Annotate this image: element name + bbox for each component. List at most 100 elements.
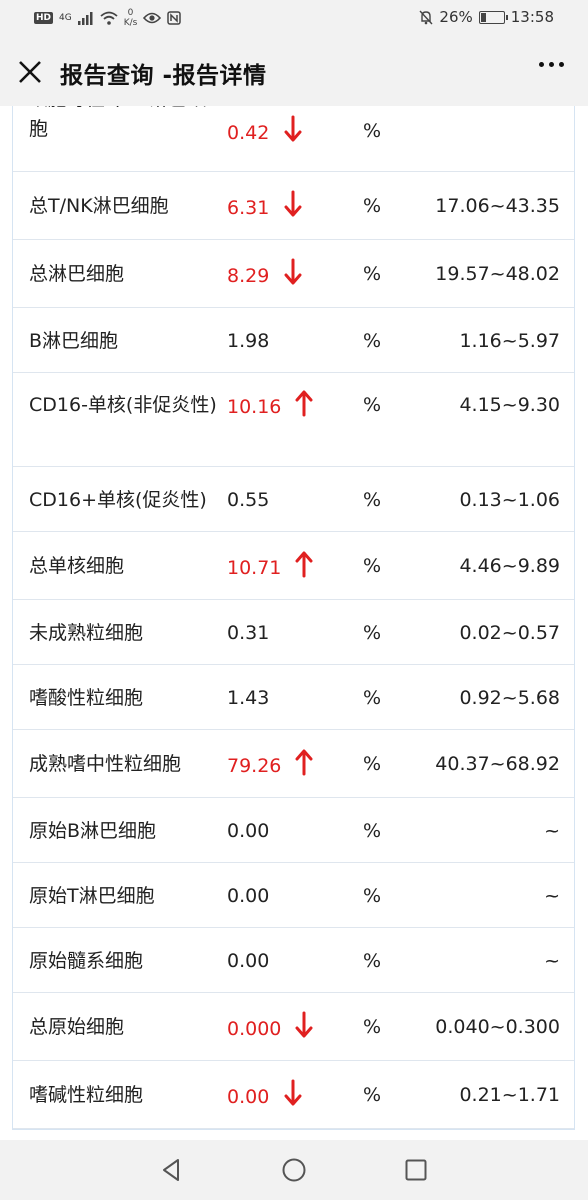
network-speed: 0 K/s xyxy=(124,8,138,28)
item-name: 总淋巴细胞 xyxy=(29,263,125,285)
item-reference-range: ~ xyxy=(544,820,560,842)
battery-percent: 26% xyxy=(439,8,473,26)
status-left: HD 4G 0 K/s xyxy=(34,8,182,28)
close-icon[interactable] xyxy=(14,56,46,88)
item-unit: % xyxy=(363,489,382,511)
item-reference-range: 17.06~43.35 xyxy=(435,195,560,217)
item-value: 0.000 xyxy=(227,1018,282,1040)
wifi-icon xyxy=(100,11,118,25)
item-value: 6.31 xyxy=(227,197,270,219)
table-row: CD16-单核(非促炎性) 10.16% 4.15~9.30 xyxy=(13,373,574,467)
item-value: 0.00 xyxy=(227,820,270,842)
item-name: 原始B淋巴细胞 xyxy=(29,820,157,842)
eye-icon xyxy=(143,12,162,24)
item-value: 10.71 xyxy=(227,557,282,579)
item-unit: % xyxy=(363,263,382,285)
item-name: CD16+单核(促炎性) xyxy=(29,489,207,511)
item-unit: % xyxy=(363,1084,382,1106)
item-name: 原始髓系细胞 xyxy=(29,950,144,972)
table-row: 总单核细胞 10.71% 4.46~9.89 xyxy=(13,532,574,600)
table-row: 嗜酸性粒细胞 1.43% 0.92~5.68 xyxy=(13,665,574,730)
item-unit: % xyxy=(363,1016,382,1038)
more-icon[interactable] xyxy=(539,62,564,67)
arrow-down-icon xyxy=(284,115,302,142)
report-table: 细胞毒性T/NK淋巴细胞 0.42% 2.86~18.22 总T/NK淋巴细胞 6.31… xyxy=(12,106,575,1130)
clock: 13:58 xyxy=(510,8,554,26)
item-unit: % xyxy=(363,753,382,775)
bell-off-icon xyxy=(419,10,433,24)
arrow-down-icon xyxy=(284,258,302,285)
item-reference-range: 0.040~0.300 xyxy=(435,1016,560,1038)
item-reference-range: 0.21~1.71 xyxy=(459,1084,560,1106)
network-type: 4G xyxy=(59,12,72,23)
item-reference-range: 40.37~68.92 xyxy=(435,753,560,775)
item-reference-range: ~ xyxy=(544,885,560,907)
item-unit: % xyxy=(363,885,382,907)
item-name: 嗜碱性粒细胞 xyxy=(29,1084,144,1106)
item-value: 0.55 xyxy=(227,489,270,511)
more-dot xyxy=(549,62,554,67)
item-name: 成熟嗜中性粒细胞 xyxy=(29,753,182,775)
table-row: 总原始细胞 0.000% 0.040~0.300 xyxy=(13,993,574,1061)
item-value: 8.29 xyxy=(227,265,270,287)
item-unit: % xyxy=(363,120,382,142)
nfc-icon xyxy=(167,11,182,25)
table-row: CD16+单核(促炎性) 0.55% 0.13~1.06 xyxy=(13,467,574,532)
item-reference-range: 2.86~18.22 xyxy=(447,106,560,114)
item-name: 总T/NK淋巴细胞 xyxy=(29,195,169,217)
table-row: 嗜碱性粒细胞 0.00% 0.21~1.71 xyxy=(13,1061,574,1129)
table-row: 细胞毒性T/NK淋巴细胞 0.42% 2.86~18.22 xyxy=(13,106,574,172)
arrow-up-icon xyxy=(295,551,313,578)
arrow-down-icon xyxy=(284,1079,302,1106)
item-unit: % xyxy=(363,687,382,709)
back-triangle-icon[interactable] xyxy=(155,1154,187,1186)
table-row: 总淋巴细胞 8.29% 19.57~48.02 xyxy=(13,240,574,308)
item-unit: % xyxy=(363,195,382,217)
item-reference-range: 1.16~5.97 xyxy=(459,330,560,352)
table-row: 原始B淋巴细胞 0.00% ~ xyxy=(13,798,574,863)
item-name: CD16-单核(非促炎性) xyxy=(29,394,217,416)
item-unit: % xyxy=(363,394,382,416)
item-unit: % xyxy=(363,950,382,972)
item-value: 79.26 xyxy=(227,755,282,777)
item-name: 嗜酸性粒细胞 xyxy=(29,687,144,709)
item-value: 0.31 xyxy=(227,622,270,644)
item-unit: % xyxy=(363,622,382,644)
item-value: 0.42 xyxy=(227,122,270,144)
table-row: 未成熟粒细胞 0.31% 0.02~0.57 xyxy=(13,600,574,665)
home-circle-icon[interactable] xyxy=(278,1154,310,1186)
item-unit: % xyxy=(363,820,382,842)
page-title: 报告查询 -报告详情 xyxy=(60,63,267,89)
status-right: 26% 13:58 xyxy=(419,8,554,26)
item-name: 细胞毒性T/NK淋巴细胞 xyxy=(29,106,207,140)
speed-value: 0 xyxy=(127,8,134,18)
item-reference-range: 0.02~0.57 xyxy=(459,622,560,644)
arrow-up-icon xyxy=(295,390,313,417)
hd-badge: HD xyxy=(34,12,54,24)
recents-square-icon[interactable] xyxy=(400,1154,432,1186)
item-name: 原始T淋巴细胞 xyxy=(29,885,155,907)
item-value: 1.43 xyxy=(227,687,270,709)
title-bar: 报告查询 -报告详情 xyxy=(0,38,588,106)
navigation-bar xyxy=(0,1140,588,1200)
item-value: 0.00 xyxy=(227,885,270,907)
item-name: 未成熟粒细胞 xyxy=(29,622,144,644)
item-unit: % xyxy=(363,330,382,352)
speed-unit: K/s xyxy=(123,18,138,28)
arrow-down-icon xyxy=(284,190,302,217)
item-reference-range: 0.13~1.06 xyxy=(459,489,560,511)
item-value: 0.00 xyxy=(227,950,270,972)
table-row: 原始髓系细胞 0.00% ~ xyxy=(13,928,574,993)
more-dot xyxy=(559,62,564,67)
report-content[interactable]: 细胞毒性T/NK淋巴细胞 0.42% 2.86~18.22 总T/NK淋巴细胞 6.31… xyxy=(0,106,588,1140)
battery-icon xyxy=(478,10,508,24)
status-bar: HD 4G 0 K/s 26% 13:58 xyxy=(0,0,588,38)
item-unit: % xyxy=(363,555,382,577)
arrow-down-icon xyxy=(295,1011,313,1038)
item-value: 0.00 xyxy=(227,1086,270,1108)
item-name: 总原始细胞 xyxy=(29,1016,125,1038)
item-reference-range: 0.92~5.68 xyxy=(459,687,560,709)
table-row: B淋巴细胞 1.98% 1.16~5.97 xyxy=(13,308,574,373)
item-value: 1.98 xyxy=(227,330,270,352)
item-reference-range: 19.57~48.02 xyxy=(435,263,560,285)
